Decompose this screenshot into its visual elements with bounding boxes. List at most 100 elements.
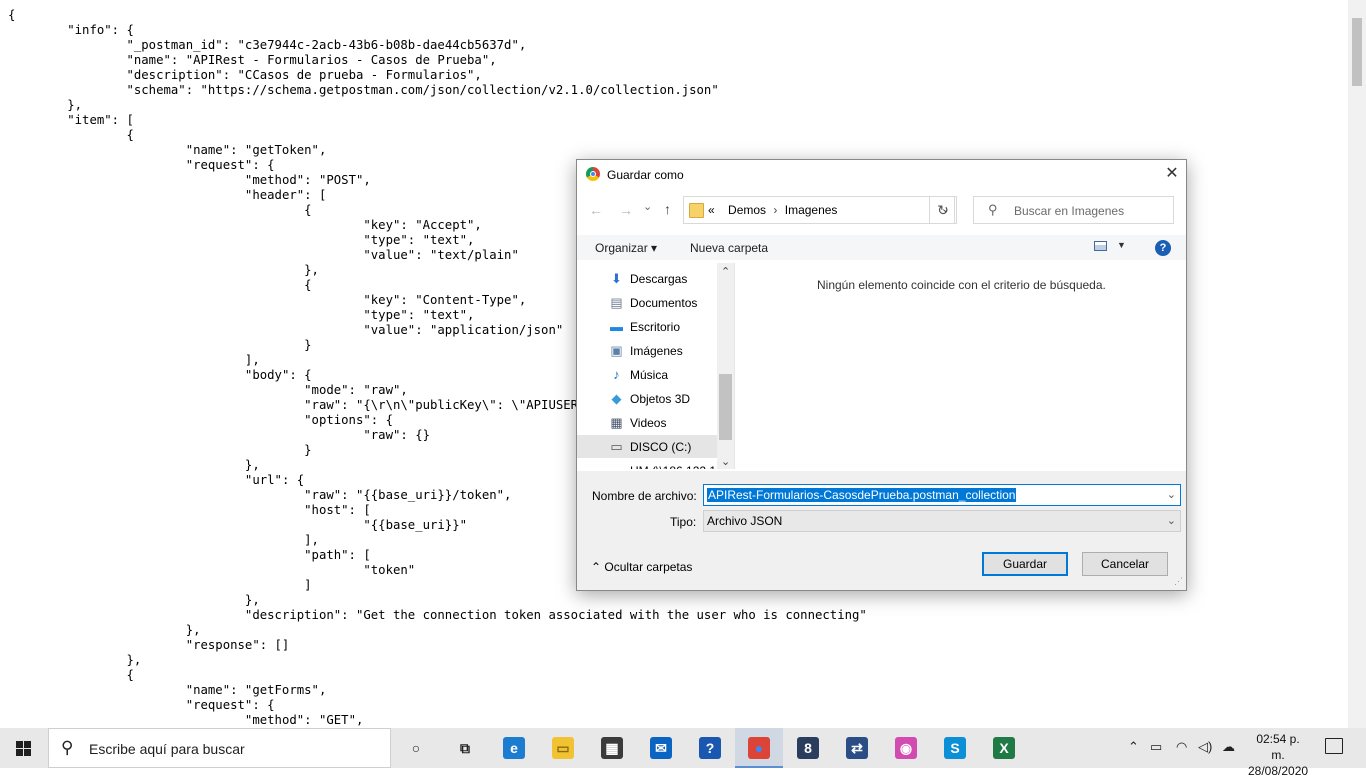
chrome-icon <box>586 167 600 181</box>
volume-icon[interactable]: ◁) <box>1198 739 1212 755</box>
taskbar-app-help-app[interactable]: ? <box>686 728 734 768</box>
back-button[interactable]: ← <box>589 202 603 218</box>
save-button[interactable]: Guardar <box>982 552 1068 576</box>
taskbar-app-paint[interactable]: ◉ <box>882 728 930 768</box>
nav-item-label: Descargas <box>630 272 688 286</box>
nav-item-label: HM (\\186.122.1. <box>630 464 719 469</box>
documents-icon: ▤ <box>610 295 623 310</box>
new-folder-button[interactable]: Nueva carpeta <box>690 241 768 255</box>
nav-item-film[interactable]: ▦ Videos <box>577 411 717 434</box>
view-options-icon[interactable] <box>1094 241 1107 251</box>
save-as-dialog: Guardar como ✕ ← → ⌄ ↑ « Demos › Imagene… <box>576 159 1187 591</box>
breadcrumb-demos[interactable]: Demos <box>728 203 766 217</box>
taskbar-app-skype[interactable]: S <box>931 728 979 768</box>
folder-icon <box>689 203 704 218</box>
taskbar-search-placeholder: Escribe aquí para buscar <box>89 741 245 757</box>
search-icon: ⚲ <box>988 202 998 217</box>
paint-icon: ◉ <box>895 737 917 759</box>
file-type-select[interactable]: Archivo JSON ⌄ <box>703 510 1181 532</box>
taskbar-app-mail[interactable]: ✉ <box>637 728 685 768</box>
taskbar-app-info-app[interactable]: 8 <box>784 728 832 768</box>
skype-icon: S <box>944 737 966 759</box>
nav-item-pictures[interactable]: ▣ Imágenes <box>577 339 717 362</box>
organize-button[interactable]: Organizar ▾ <box>595 241 657 255</box>
taskbar-app-file-explorer[interactable]: ▭ <box>539 728 587 768</box>
dialog-footer: Nombre de archivo: APIRest-Formularios-C… <box>577 471 1186 590</box>
breadcrumb-overflow[interactable]: « <box>708 203 715 217</box>
hide-folders-toggle[interactable]: ⌃ Ocultar carpetas <box>591 560 692 574</box>
file-type-value: Archivo JSON <box>707 514 783 528</box>
onedrive-icon[interactable]: ☁ <box>1222 739 1235 755</box>
close-button[interactable]: ✕ <box>1163 164 1181 184</box>
taskbar-app-task-view[interactable]: ⧉ <box>441 728 489 768</box>
nav-item-cube[interactable]: ◆ Objetos 3D <box>577 387 717 410</box>
cortana-icon: ○ <box>405 737 427 759</box>
clock-time: 02:54 p. m. <box>1256 732 1300 762</box>
help-icon[interactable]: ? <box>1155 240 1171 256</box>
help-app-icon: ? <box>699 737 721 759</box>
nav-item-label: Imágenes <box>630 344 683 358</box>
breadcrumb-separator: › <box>773 203 778 217</box>
film-icon: ▦ <box>610 415 623 430</box>
nav-scrollbar-thumb[interactable] <box>719 374 732 440</box>
nav-item-music[interactable]: ♪ Música <box>577 363 717 386</box>
taskbar-app-chrome[interactable]: ● <box>735 728 783 768</box>
taskbar-app-remote-app[interactable]: ⇄ <box>833 728 881 768</box>
nav-item-desktop[interactable]: ▬ Escritorio <box>577 315 717 338</box>
taskbar-app-excel[interactable]: X <box>980 728 1028 768</box>
file-name-label: Nombre de archivo: <box>592 489 697 503</box>
store-icon: ▦ <box>601 737 623 759</box>
windows-logo-icon <box>16 741 31 756</box>
music-icon: ♪ <box>613 367 620 382</box>
nav-item-drive[interactable]: ▭ DISCO (C:) <box>577 435 717 458</box>
resize-grip-icon[interactable]: ⋰ <box>1174 576 1184 586</box>
wifi-icon[interactable]: ◠ <box>1176 739 1187 755</box>
taskbar-app-store[interactable]: ▦ <box>588 728 636 768</box>
chevron-down-icon[interactable]: ⌄ <box>1167 488 1176 501</box>
breadcrumb-imagenes[interactable]: Imagenes <box>785 203 838 217</box>
clock[interactable]: 02:54 p. m. 28/08/2020 <box>1248 731 1308 779</box>
excel-icon: X <box>993 737 1015 759</box>
dialog-title: Guardar como <box>607 168 684 182</box>
file-name-value[interactable]: APIRest-Formularios-CasosdePrueba.postma… <box>707 488 1017 502</box>
edge-icon: e <box>503 737 525 759</box>
view-dropdown-icon[interactable]: ▼ <box>1117 240 1126 250</box>
taskbar-app-edge[interactable]: e <box>490 728 538 768</box>
chrome-icon: ● <box>748 737 770 759</box>
drive-icon: ▭ <box>610 439 623 454</box>
network-drive-icon: ▭ <box>609 463 624 469</box>
clock-date: 28/08/2020 <box>1248 764 1309 778</box>
nav-scroll-down[interactable]: ⌄ <box>721 455 730 468</box>
empty-results-message: Ningún elemento coincide con el criterio… <box>817 278 1106 292</box>
nav-item-label: Documentos <box>630 296 698 310</box>
taskbar-app-cortana[interactable]: ○ <box>392 728 440 768</box>
battery-icon[interactable]: ▭ <box>1150 739 1162 755</box>
address-bar[interactable]: « Demos › Imagenes ⌄ <box>683 196 955 224</box>
command-bar: Organizar ▾ Nueva carpeta ▼ <box>577 235 1186 260</box>
cube-icon: ◆ <box>611 391 622 406</box>
page-scrollbar-thumb[interactable] <box>1352 18 1362 86</box>
start-button[interactable] <box>0 728 48 768</box>
page-scrollbar[interactable] <box>1348 0 1366 728</box>
cancel-button[interactable]: Cancelar <box>1082 552 1168 576</box>
nav-item-label: Música <box>630 368 669 382</box>
refresh-button[interactable]: ↻ <box>929 196 957 224</box>
nav-item-network-drive[interactable]: ▭ HM (\\186.122.1. <box>577 459 719 469</box>
show-hidden-icons-icon[interactable]: ⌃ <box>1128 739 1139 755</box>
nav-item-documents[interactable]: ▤ Documentos <box>577 291 717 314</box>
search-box[interactable]: ⚲ Buscar en Imagenes <box>973 196 1174 224</box>
nav-item-label: Escritorio <box>630 320 681 334</box>
chevron-down-icon[interactable]: ⌄ <box>1167 514 1176 527</box>
nav-scroll-up[interactable]: ⌃ <box>721 265 730 278</box>
nav-item-label: Objetos 3D <box>630 392 691 406</box>
recent-locations-button[interactable]: ⌄ <box>643 200 652 213</box>
file-name-input[interactable]: APIRest-Formularios-CasosdePrueba.postma… <box>703 484 1181 506</box>
up-button[interactable]: ↑ <box>664 201 671 217</box>
remote-app-icon: ⇄ <box>846 737 868 759</box>
notifications-icon[interactable] <box>1325 738 1343 754</box>
info-app-icon: 8 <box>797 737 819 759</box>
taskbar-search[interactable]: ⚲ Escribe aquí para buscar <box>48 728 391 768</box>
nav-item-download[interactable]: ⬇ Descargas <box>577 267 717 290</box>
forward-button[interactable]: → <box>619 202 633 218</box>
nav-item-label: Videos <box>630 416 667 430</box>
